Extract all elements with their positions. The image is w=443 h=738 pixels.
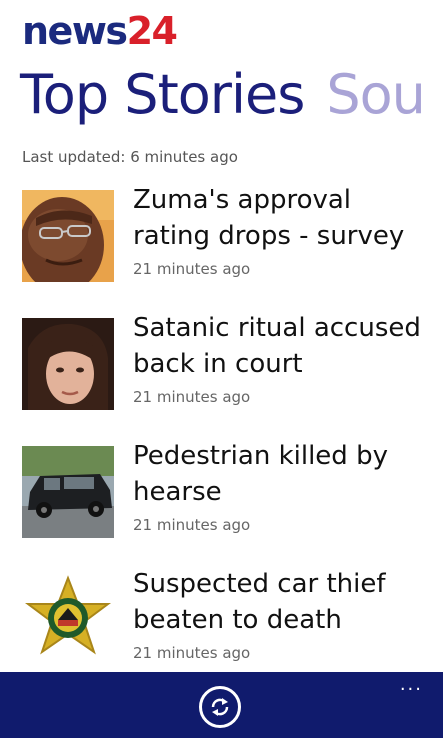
story-headline-line1: Zuma's approval xyxy=(133,185,352,215)
story-time: 21 minutes ago xyxy=(133,516,251,534)
more-options-button[interactable]: ... xyxy=(400,676,423,694)
man-portrait-thumbnail xyxy=(22,190,114,282)
pivot-item-top-stories[interactable]: Top Stories xyxy=(20,63,305,126)
news24-logo: news24 xyxy=(22,9,178,53)
story-item[interactable]: Suspected car thief beaten to death 21 m… xyxy=(22,569,432,666)
story-thumbnail xyxy=(22,574,114,666)
story-headline-line2: beaten to death xyxy=(133,605,342,635)
police-badge-thumbnail xyxy=(22,574,114,666)
story-time: 21 minutes ago xyxy=(133,644,251,662)
story-headline-line2: hearse xyxy=(133,477,222,507)
story-headline: Suspected car thief beaten to death xyxy=(133,566,433,638)
logo-news-text: news xyxy=(22,9,128,53)
story-thumbnail xyxy=(22,190,114,282)
story-headline-line2: rating drops - survey xyxy=(133,221,405,251)
story-headline-line1: Satanic ritual accused xyxy=(133,313,421,343)
story-item[interactable]: Pedestrian killed by hearse 21 minutes a… xyxy=(22,441,432,538)
hearse-car-thumbnail xyxy=(22,446,114,538)
story-item[interactable]: Zuma's approval rating drops - survey 21… xyxy=(22,185,432,282)
story-headline-line1: Pedestrian killed by xyxy=(133,441,388,471)
story-time: 21 minutes ago xyxy=(133,260,251,278)
woman-portrait-thumbnail xyxy=(22,318,114,410)
story-headline: Satanic ritual accused back in court xyxy=(133,310,433,382)
last-updated-label: Last updated: 6 minutes ago xyxy=(22,148,238,166)
story-headline: Zuma's approval rating drops - survey xyxy=(133,182,433,254)
app-bar: ... xyxy=(0,672,443,738)
refresh-icon xyxy=(211,698,229,716)
story-thumbnail xyxy=(22,318,114,410)
story-thumbnail xyxy=(22,446,114,538)
story-headline: Pedestrian killed by hearse xyxy=(133,438,433,510)
story-headline-line2: back in court xyxy=(133,349,303,379)
story-time: 21 minutes ago xyxy=(133,388,251,406)
refresh-button[interactable] xyxy=(199,686,241,728)
pivot-header: Top Stories Sou xyxy=(20,68,426,122)
story-item[interactable]: Satanic ritual accused back in court 21 … xyxy=(22,313,432,410)
logo-24-text: 24 xyxy=(126,9,178,53)
pivot-item-next[interactable]: Sou xyxy=(326,63,426,126)
story-headline-line1: Suspected car thief xyxy=(133,569,386,599)
